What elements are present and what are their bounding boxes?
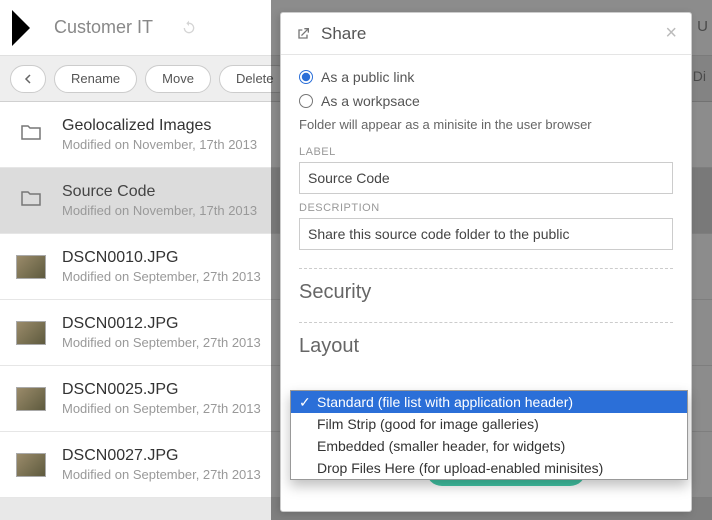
- radio-workspace-input[interactable]: [299, 94, 313, 108]
- item-subtitle: Modified on November, 17th 2013: [62, 137, 257, 152]
- share-icon: [295, 26, 311, 42]
- item-subtitle: Modified on September, 27th 2013: [62, 467, 261, 482]
- move-button[interactable]: Move: [145, 65, 211, 93]
- dropdown-option[interactable]: Film Strip (good for image galleries): [291, 413, 687, 435]
- image-thumbnail: [16, 453, 46, 477]
- folder-icon: [16, 120, 46, 144]
- rename-button[interactable]: Rename: [54, 65, 137, 93]
- modal-header: Share ×: [281, 13, 691, 55]
- radio-workspace-label: As a workpsace: [321, 93, 420, 109]
- divider: [299, 268, 673, 269]
- dropdown-option[interactable]: Standard (file list with application hea…: [291, 391, 687, 413]
- item-title: Geolocalized Images: [62, 117, 257, 135]
- breadcrumb-root-arrow[interactable]: [12, 10, 30, 46]
- folder-icon: [16, 186, 46, 210]
- description-input[interactable]: [299, 218, 673, 250]
- radio-public-label: As a public link: [321, 69, 414, 85]
- description-field-label: DESCRIPTION: [299, 202, 673, 214]
- close-icon[interactable]: ×: [665, 22, 677, 45]
- modal-title: Share: [321, 24, 665, 44]
- dropdown-option[interactable]: Embedded (smaller header, for widgets): [291, 435, 687, 457]
- item-subtitle: Modified on September, 27th 2013: [62, 401, 261, 416]
- label-field-label: LABEL: [299, 146, 673, 158]
- item-title: Source Code: [62, 183, 257, 201]
- back-button[interactable]: [10, 65, 46, 93]
- dropdown-option[interactable]: Drop Files Here (for upload-enabled mini…: [291, 457, 687, 479]
- item-title: DSCN0012.JPG: [62, 315, 261, 333]
- breadcrumb-label[interactable]: Customer IT: [54, 17, 153, 38]
- radio-public-input[interactable]: [299, 70, 313, 84]
- chevron-left-icon: [23, 74, 33, 84]
- item-subtitle: Modified on September, 27th 2013: [62, 335, 261, 350]
- image-thumbnail: [16, 321, 46, 345]
- label-input[interactable]: [299, 162, 673, 194]
- layout-dropdown-menu[interactable]: Standard (file list with application hea…: [290, 390, 688, 480]
- image-thumbnail: [16, 387, 46, 411]
- item-subtitle: Modified on September, 27th 2013: [62, 269, 261, 284]
- item-title: DSCN0027.JPG: [62, 447, 261, 465]
- refresh-icon[interactable]: [181, 20, 197, 36]
- radio-public-link[interactable]: As a public link: [299, 69, 673, 85]
- layout-section-heading[interactable]: Layout: [299, 335, 673, 358]
- item-subtitle: Modified on November, 17th 2013: [62, 203, 257, 218]
- radio-workspace[interactable]: As a workpsace: [299, 93, 673, 109]
- security-section-heading[interactable]: Security: [299, 281, 673, 304]
- divider: [299, 322, 673, 323]
- share-help-text: Folder will appear as a minisite in the …: [299, 117, 673, 132]
- item-title: DSCN0025.JPG: [62, 381, 261, 399]
- item-title: DSCN0010.JPG: [62, 249, 261, 267]
- image-thumbnail: [16, 255, 46, 279]
